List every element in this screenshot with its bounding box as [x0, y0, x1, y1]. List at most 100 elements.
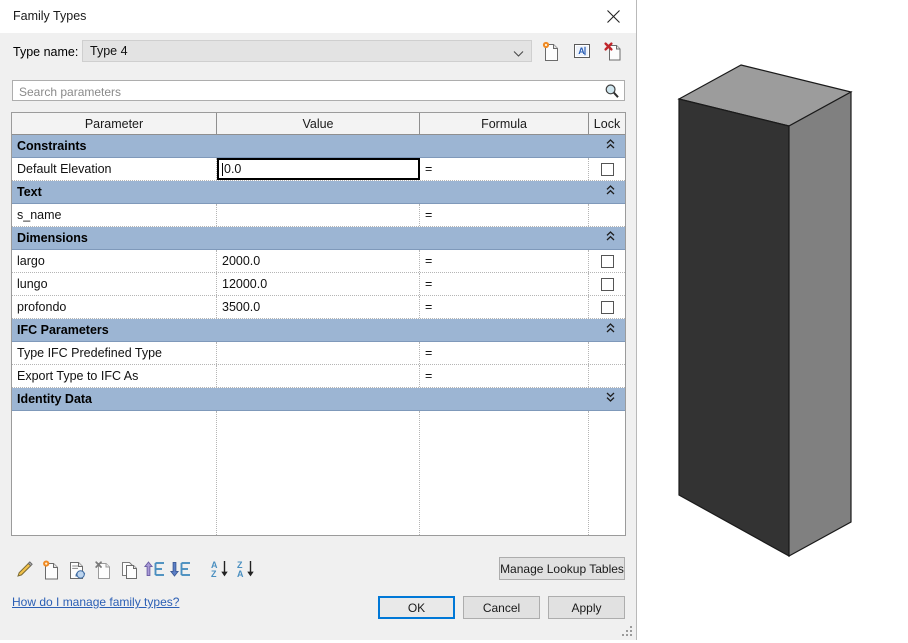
parameter-group-header[interactable]: Constraints: [12, 135, 625, 158]
parameter-lock-cell[interactable]: [589, 296, 625, 318]
chevron-double-up-icon[interactable]: [606, 323, 615, 336]
box-side-face: [788, 90, 852, 558]
search-input[interactable]: [17, 83, 596, 101]
parameter-value: 3500.0: [222, 300, 261, 314]
parameter-formula: =: [425, 277, 433, 291]
help-link[interactable]: How do I manage family types?: [12, 595, 179, 609]
parameter-group-header[interactable]: Text: [12, 181, 625, 204]
model-viewport[interactable]: [637, 0, 908, 640]
delete-type-icon[interactable]: [601, 39, 625, 63]
table-empty-column: [589, 411, 625, 535]
parameter-group-header[interactable]: IFC Parameters: [12, 319, 625, 342]
parameter-value-cell[interactable]: [217, 342, 420, 364]
lock-checkbox[interactable]: [600, 300, 614, 314]
parameter-name: lungo: [17, 277, 48, 291]
parameter-row[interactable]: Type IFC Predefined Type =: [12, 342, 625, 365]
parameter-formula-cell[interactable]: =: [420, 365, 589, 387]
chevron-double-up-icon[interactable]: [606, 185, 615, 198]
screen: Family Types Type name: Type 4 A Search …: [0, 0, 908, 640]
parameter-lock-cell[interactable]: [589, 250, 625, 272]
parameter-value-cell[interactable]: 3500.0: [217, 296, 420, 318]
column-header-value[interactable]: Value: [217, 113, 420, 134]
parameter-row[interactable]: s_name =: [12, 204, 625, 227]
parameter-formula-cell[interactable]: =: [420, 158, 589, 180]
chevron-double-up-icon[interactable]: [606, 139, 615, 152]
parameter-group-header[interactable]: Dimensions: [12, 227, 625, 250]
parameter-value-cell[interactable]: 12000.0: [217, 273, 420, 295]
parameter-value-cell[interactable]: [217, 204, 420, 226]
svg-text:A: A: [578, 46, 585, 56]
ok-button[interactable]: OK: [378, 596, 455, 619]
parameter-lock-cell[interactable]: [589, 342, 625, 364]
parameter-group-label: Dimensions: [17, 231, 88, 245]
parameter-lock-cell[interactable]: [589, 158, 625, 180]
parameter-group-header[interactable]: Identity Data: [12, 388, 625, 411]
column-header-lock[interactable]: Lock: [589, 113, 625, 134]
parameter-name-cell[interactable]: Type IFC Predefined Type: [12, 342, 217, 364]
parameter-formula: =: [425, 369, 433, 383]
type-name-label: Type name:: [13, 45, 79, 59]
dialog-titlebar: Family Types: [0, 0, 636, 33]
parameters-table[interactable]: Parameter Value Formula Lock Constraints…: [11, 112, 626, 536]
extruded-box-model: [677, 64, 853, 558]
chevron-double-up-icon[interactable]: [606, 231, 615, 244]
parameter-name-cell[interactable]: Export Type to IFC As: [12, 365, 217, 387]
parameter-value-cell-active[interactable]: 0.0: [217, 158, 420, 180]
parameter-name: profondo: [17, 300, 67, 314]
sort-ascending-icon[interactable]: A Z: [208, 557, 234, 581]
parameter-formula-cell[interactable]: =: [420, 204, 589, 226]
table-empty-column: [12, 411, 217, 535]
type-name-combobox[interactable]: Type 4: [82, 40, 532, 62]
table-empty-area[interactable]: [12, 411, 625, 535]
parameter-row[interactable]: profondo 3500.0 =: [12, 296, 625, 319]
table-empty-column: [217, 411, 420, 535]
edit-parameter-icon[interactable]: [12, 557, 38, 581]
parameter-formula-cell[interactable]: =: [420, 273, 589, 295]
manage-lookup-tables-button[interactable]: Manage Lookup Tables: [499, 557, 625, 580]
apply-button[interactable]: Apply: [548, 596, 625, 619]
parameter-name-cell[interactable]: largo: [12, 250, 217, 272]
close-icon[interactable]: [590, 0, 636, 33]
parameter-formula-cell[interactable]: =: [420, 296, 589, 318]
move-parameter-down-icon[interactable]: [168, 557, 194, 581]
parameter-row[interactable]: lungo 12000.0 =: [12, 273, 625, 296]
chevron-down-icon: [513, 47, 524, 61]
lock-checkbox[interactable]: [600, 162, 614, 176]
remove-parameter-icon[interactable]: [64, 557, 90, 581]
resize-grip[interactable]: [622, 626, 632, 636]
parameter-row[interactable]: largo 2000.0 =: [12, 250, 625, 273]
parameter-row[interactable]: Export Type to IFC As =: [12, 365, 625, 388]
lock-checkbox[interactable]: [600, 277, 614, 291]
parameter-group-label: IFC Parameters: [17, 323, 109, 337]
rename-type-icon[interactable]: A: [570, 39, 594, 63]
parameter-name-cell[interactable]: profondo: [12, 296, 217, 318]
new-type-icon[interactable]: [539, 39, 563, 63]
duplicate-parameter-icon[interactable]: [116, 557, 142, 581]
svg-text:A: A: [237, 569, 244, 579]
add-parameter-to-group-icon[interactable]: [90, 557, 116, 581]
parameter-value-cell[interactable]: 2000.0: [217, 250, 420, 272]
column-header-formula[interactable]: Formula: [420, 113, 589, 134]
parameter-lock-cell[interactable]: [589, 273, 625, 295]
parameter-name-cell[interactable]: lungo: [12, 273, 217, 295]
search-parameters-box[interactable]: [12, 80, 625, 101]
parameter-lock-cell[interactable]: [589, 365, 625, 387]
type-name-row: Type name: Type 4 A: [0, 33, 636, 71]
parameter-group-label: Constraints: [17, 139, 87, 153]
sort-descending-icon[interactable]: Z A: [234, 557, 260, 581]
lock-checkbox[interactable]: [600, 254, 614, 268]
chevron-double-down-icon[interactable]: [606, 392, 615, 405]
parameter-formula-cell[interactable]: =: [420, 342, 589, 364]
move-parameter-up-icon[interactable]: [142, 557, 168, 581]
cancel-button[interactable]: Cancel: [463, 596, 540, 619]
parameter-row[interactable]: Default Elevation 0.0 =: [12, 158, 625, 181]
parameter-value-cell[interactable]: [217, 365, 420, 387]
column-header-parameter[interactable]: Parameter: [12, 113, 217, 134]
parameter-group-label: Text: [17, 185, 42, 199]
parameter-name-cell[interactable]: s_name: [12, 204, 217, 226]
parameter-lock-cell[interactable]: [589, 204, 625, 226]
parameter-name-cell[interactable]: Default Elevation: [12, 158, 217, 180]
search-icon[interactable]: [603, 82, 621, 99]
parameter-formula-cell[interactable]: =: [420, 250, 589, 272]
new-parameter-icon[interactable]: [38, 557, 64, 581]
